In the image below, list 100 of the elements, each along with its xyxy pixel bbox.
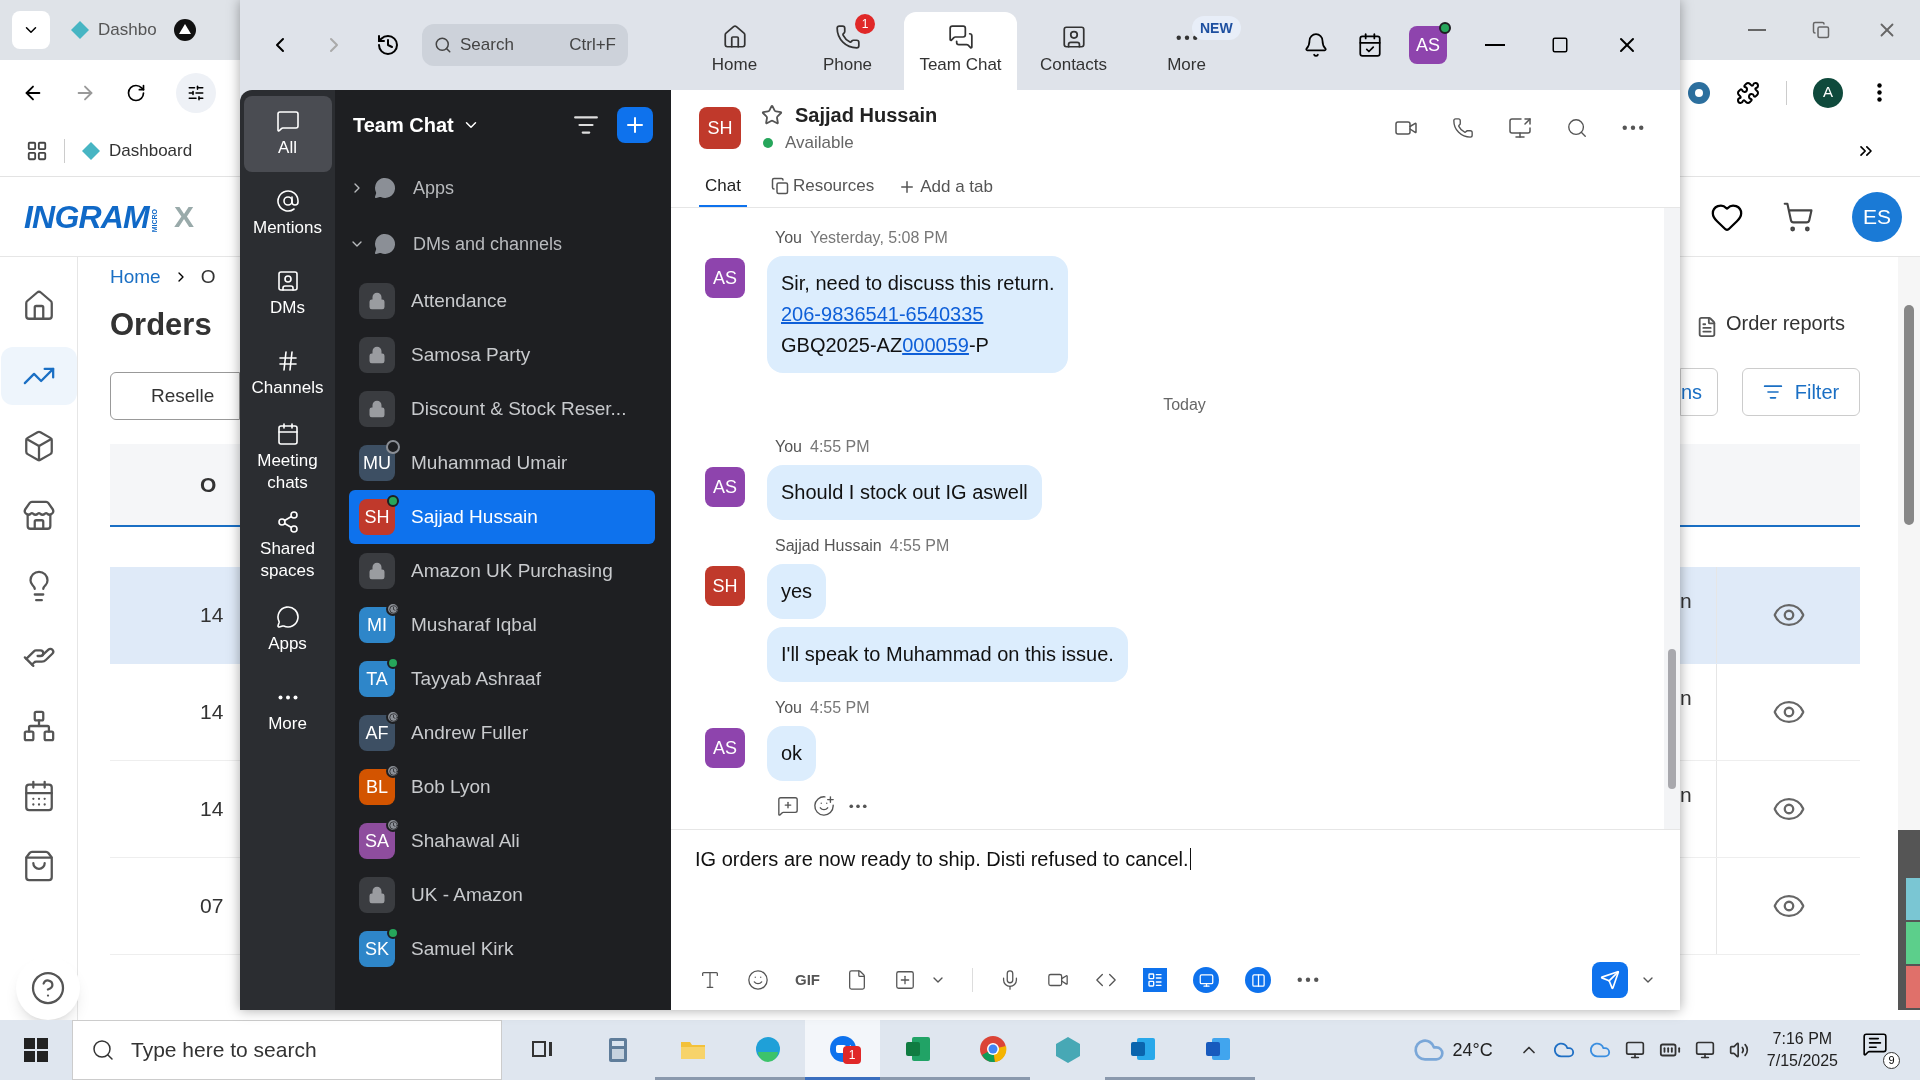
screenshot-button[interactable] — [894, 969, 916, 991]
list-title-button[interactable]: Team Chat — [353, 110, 480, 140]
chat-list-item[interactable]: Discount & Stock Reser... — [349, 382, 655, 436]
breadcrumb-link[interactable]: Home — [110, 262, 161, 292]
table-cell: n — [1680, 686, 1692, 709]
calendar-button[interactable] — [1357, 32, 1383, 58]
nav-tab[interactable]: Phone 1 — [791, 12, 904, 90]
nav-tab[interactable]: Contacts — [1017, 12, 1130, 90]
site-info-button[interactable] — [176, 72, 216, 113]
reply-button[interactable] — [777, 795, 799, 817]
monitor-icon — [1198, 972, 1214, 988]
new-tag: NEW — [1192, 16, 1241, 40]
chat-list-item[interactable]: SA Shahawal Ali — [349, 814, 655, 868]
rail-item[interactable]: DMs — [243, 256, 332, 332]
message-link[interactable]: 000059 — [902, 334, 969, 356]
nav-tab[interactable]: NEW More — [1130, 12, 1243, 90]
share-screen-button[interactable] — [1508, 116, 1532, 140]
columns-button[interactable]: ns — [1680, 368, 1718, 416]
message-text: -P — [968, 334, 989, 356]
filter-button[interactable]: Filter — [1742, 368, 1860, 416]
whiteboard-app-button[interactable] — [1193, 967, 1219, 993]
breadcrumb-item: O — [200, 264, 216, 289]
extension-icon — [1688, 81, 1710, 104]
scrollbar[interactable] — [1898, 257, 1920, 830]
chat-list-item[interactable]: UK - Amazon — [349, 868, 655, 922]
table-header: O — [110, 444, 240, 527]
chat-name: Andrew Fuller — [411, 720, 529, 745]
chat-list-item[interactable]: SH Sajjad Hussain — [349, 490, 655, 544]
search-field[interactable]: Search Ctrl+F — [422, 24, 628, 66]
bookmark-link[interactable]: Dashboard — [109, 137, 193, 164]
search-placeholder: Search — [460, 34, 515, 57]
list-app-button[interactable] — [1143, 968, 1167, 992]
section-toggle[interactable]: Apps — [335, 160, 671, 216]
new-chat-button[interactable] — [617, 107, 653, 143]
rail-item[interactable]: Shared spaces — [243, 504, 332, 588]
add-tab-button[interactable]: Add a tab — [898, 166, 993, 207]
notifications-button[interactable]: 9 — [1862, 1031, 1900, 1069]
clips-app-button[interactable] — [1245, 967, 1271, 993]
star-button[interactable] — [761, 104, 783, 127]
notifications-button[interactable] — [1303, 32, 1329, 58]
rail-item[interactable]: Meeting chats — [243, 416, 332, 500]
user-avatar[interactable]: AS — [1409, 26, 1447, 64]
maximize-button[interactable] — [1551, 36, 1569, 54]
scrollbar[interactable] — [1664, 208, 1680, 829]
browser-tab[interactable]: Dashbo — [62, 17, 162, 43]
file-button[interactable] — [846, 969, 868, 991]
chat-list-item[interactable]: AF Andrew Fuller — [349, 706, 655, 760]
rail-item[interactable]: More — [243, 672, 332, 748]
message-link[interactable]: 206-9836541-6540335 — [781, 303, 984, 325]
apps-button[interactable] — [26, 139, 48, 162]
more-icon — [1297, 977, 1319, 983]
message-input[interactable]: IG orders are now ready to ship. Disti refused to cancel. — [695, 848, 1191, 870]
rail-item[interactable]: All — [243, 96, 332, 172]
chat-tab[interactable]: Resources — [764, 166, 881, 207]
reload-button[interactable] — [126, 82, 146, 103]
extensions-button[interactable] — [1736, 80, 1760, 105]
gif-button[interactable]: GIF — [795, 968, 820, 992]
reseller-button[interactable]: Reselle — [110, 372, 240, 420]
chat-list-item[interactable]: Attendance — [349, 274, 655, 328]
avatar: SK — [359, 931, 395, 967]
taskbar-search-field[interactable]: Type here to search — [72, 1020, 502, 1080]
chat-tab[interactable]: Chat — [699, 166, 747, 207]
format-button[interactable] — [699, 969, 721, 991]
account-avatar[interactable]: ES — [1852, 191, 1902, 242]
nav-tab[interactable]: Home — [678, 12, 791, 90]
taskbar-app-button[interactable]: 1 — [805, 1020, 880, 1080]
message-time: 4:55 PM — [810, 437, 870, 457]
chat-name: Muhammad Umair — [411, 450, 568, 475]
rail-item[interactable]: Mentions — [243, 176, 332, 252]
rail-item[interactable]: Apps — [243, 592, 332, 668]
chat-list-item[interactable]: SK Samuel Kirk — [349, 922, 655, 976]
order-reports-link[interactable]: Order reports — [1726, 308, 1845, 338]
minimize-icon — [1748, 29, 1766, 31]
chat-list-item[interactable]: MU Muhammad Umair — [349, 436, 655, 490]
profile-avatar[interactable]: A — [1813, 77, 1843, 108]
bell-icon — [1303, 32, 1329, 58]
table-row[interactable]: 14 — [110, 567, 240, 664]
message-text: ok — [781, 742, 803, 764]
phone-icon — [834, 24, 861, 51]
cart-button[interactable] — [1782, 200, 1814, 233]
chat-list-item[interactable]: BL Bob Lyon — [349, 760, 655, 814]
chat-name: Amazon UK Purchasing — [411, 558, 613, 583]
restore-button[interactable] — [1812, 21, 1830, 39]
nav-tab[interactable]: Team Chat — [904, 12, 1017, 90]
restore-icon — [1812, 21, 1830, 39]
chat-list-item[interactable]: TA Tayyab Ashraaf — [349, 652, 655, 706]
chat-list-item[interactable]: Samosa Party — [349, 328, 655, 382]
nav-item[interactable] — [0, 347, 77, 405]
emoji-button[interactable] — [747, 969, 769, 991]
send-button[interactable] — [1592, 962, 1628, 998]
section-toggle[interactable]: DMs and channels — [335, 216, 671, 272]
search-button[interactable] — [1566, 117, 1588, 139]
calendar-icon — [1357, 32, 1383, 58]
chat-icon — [947, 24, 974, 51]
rail-item[interactable]: Channels — [243, 336, 332, 412]
chat-list-item[interactable]: MI Musharaf Iqbal — [349, 598, 655, 652]
react-button[interactable] — [813, 795, 835, 817]
message-text: GBQ2025-AZ — [781, 334, 903, 356]
phone-call-button[interactable] — [1452, 117, 1474, 139]
chat-list-item[interactable]: Amazon UK Purchasing — [349, 544, 655, 598]
